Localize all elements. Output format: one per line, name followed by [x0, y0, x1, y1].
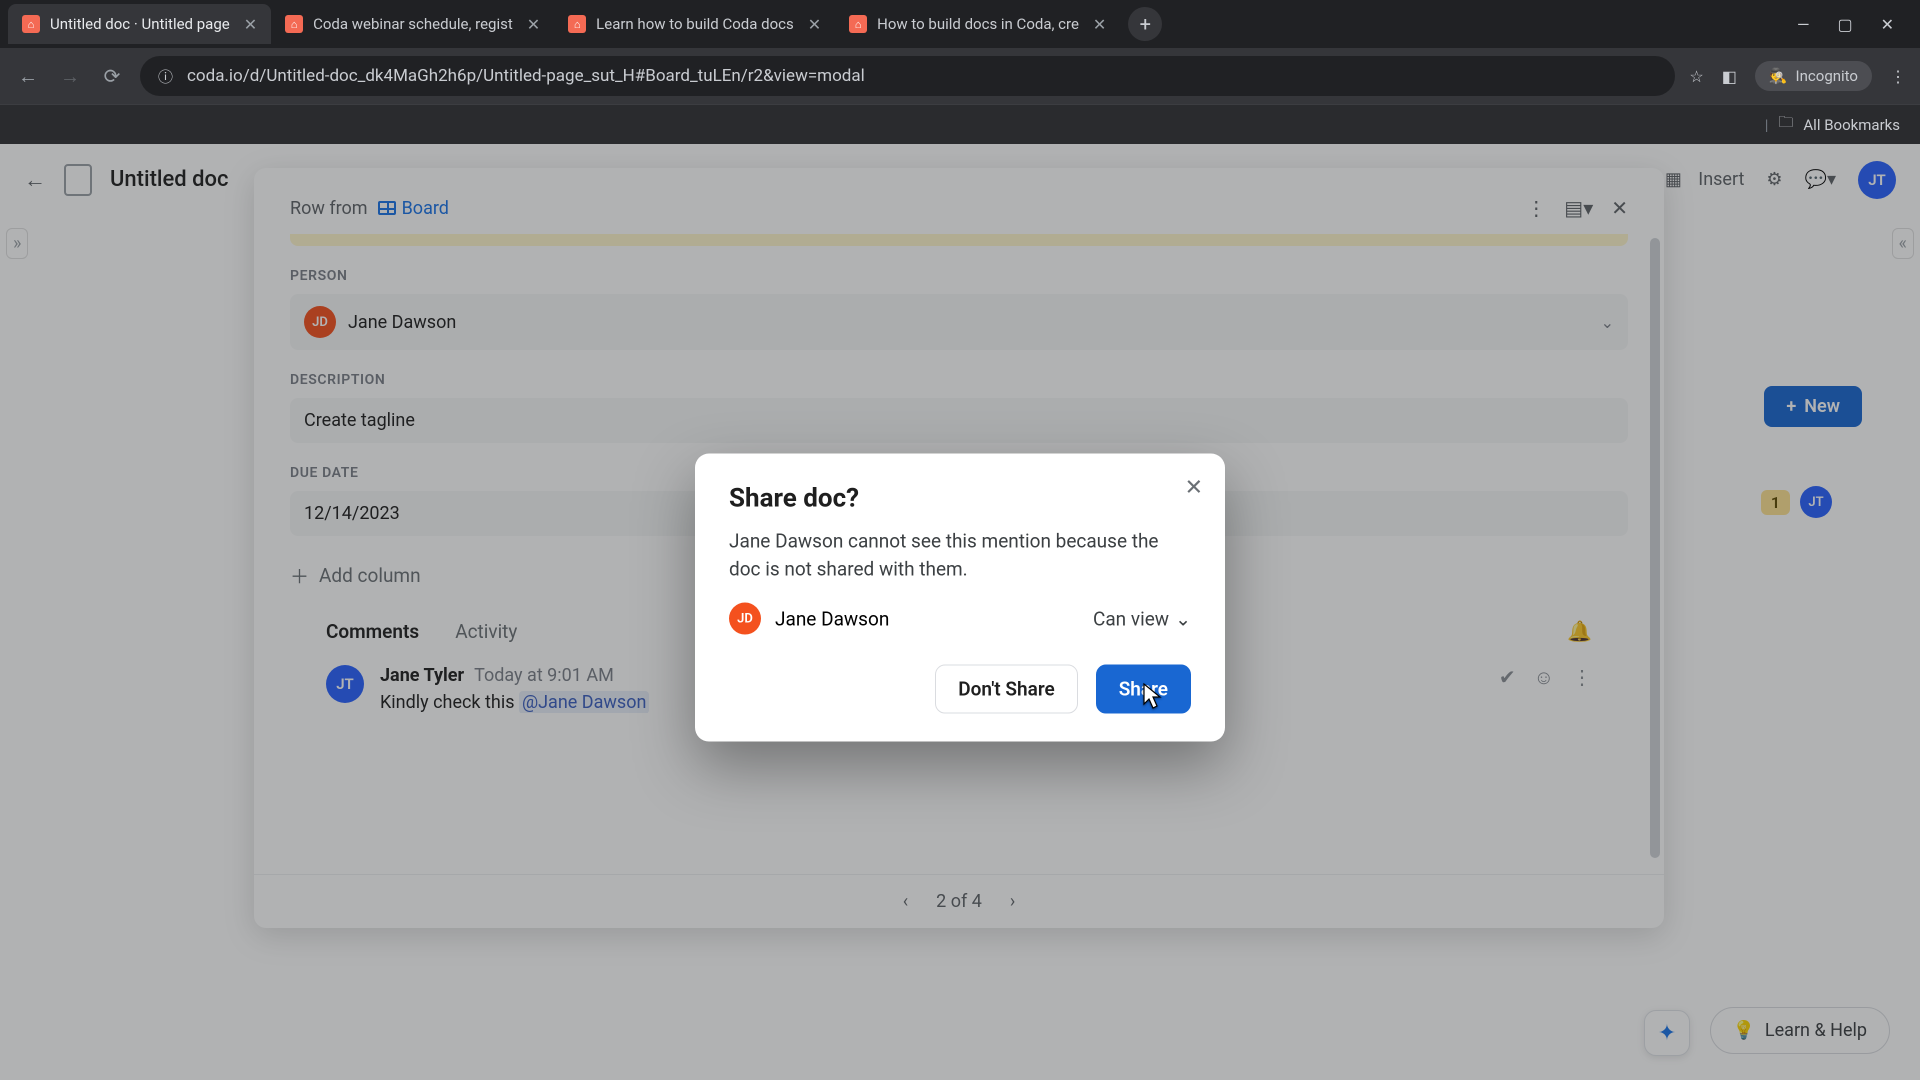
folder-icon: 🗀: [1778, 112, 1793, 137]
tab-title: Learn how to build Coda docs: [596, 15, 794, 33]
coda-favicon: ⌂: [22, 15, 40, 33]
window-close-icon[interactable]: ✕: [1881, 15, 1894, 34]
share-button[interactable]: Share: [1096, 665, 1191, 714]
tab-title: Coda webinar schedule, regist: [313, 15, 513, 33]
dialog-title: Share doc?: [729, 484, 1191, 514]
close-icon[interactable]: ✕: [527, 15, 540, 34]
minimize-icon[interactable]: —: [1797, 15, 1810, 34]
maximize-icon[interactable]: ▢: [1837, 15, 1852, 34]
close-icon[interactable]: ✕: [1093, 15, 1106, 34]
app-viewport: ← Untitled doc Share ▦ Insert ⚙ 💬▾ JT » …: [0, 144, 1920, 1080]
bookmarks-bar: | 🗀 All Bookmarks: [0, 104, 1920, 144]
tab-title: How to build docs in Coda, cre: [877, 15, 1079, 33]
back-icon[interactable]: ←: [14, 64, 42, 89]
new-tab-button[interactable]: +: [1128, 7, 1162, 41]
dialog-body: Jane Dawson cannot see this mention beca…: [729, 528, 1191, 583]
browser-tab[interactable]: ⌂ How to build docs in Coda, cre ✕: [835, 4, 1120, 44]
incognito-icon: 🕵️: [1769, 67, 1788, 85]
tab-strip: ⌂ Untitled doc · Untitled page ✕ ⌂ Coda …: [0, 0, 1920, 48]
kebab-menu-icon[interactable]: ⋮: [1890, 67, 1906, 86]
url-text: coda.io/d/Untitled-doc_dk4MaGh2h6p/Untit…: [187, 66, 865, 86]
permission-dropdown[interactable]: Can view ⌄: [1093, 607, 1191, 630]
coda-favicon: ⌂: [285, 15, 303, 33]
dont-share-button[interactable]: Don't Share: [935, 665, 1077, 714]
side-panel-icon[interactable]: ◧: [1722, 67, 1737, 86]
browser-tab[interactable]: ⌂ Untitled doc · Untitled page ✕: [8, 4, 271, 44]
dialog-close-icon[interactable]: ✕: [1185, 476, 1203, 501]
forward-icon[interactable]: →: [56, 64, 84, 89]
address-bar[interactable]: ⓘ coda.io/d/Untitled-doc_dk4MaGh2h6p/Unt…: [140, 56, 1675, 96]
incognito-label: Incognito: [1796, 67, 1858, 85]
close-icon[interactable]: ✕: [808, 15, 821, 34]
bookmark-star-icon[interactable]: ☆: [1689, 67, 1703, 86]
avatar: JD: [729, 603, 761, 635]
close-icon[interactable]: ✕: [244, 15, 257, 34]
all-bookmarks-link[interactable]: All Bookmarks: [1803, 116, 1900, 134]
coda-favicon: ⌂: [849, 15, 867, 33]
tab-title: Untitled doc · Untitled page: [50, 15, 230, 33]
browser-tab[interactable]: ⌂ Coda webinar schedule, regist ✕: [271, 4, 554, 44]
site-info-icon[interactable]: ⓘ: [158, 66, 173, 87]
incognito-badge[interactable]: 🕵️ Incognito: [1755, 61, 1872, 91]
dialog-user-name: Jane Dawson: [775, 607, 889, 630]
coda-favicon: ⌂: [568, 15, 586, 33]
chevron-down-icon: ⌄: [1175, 607, 1191, 630]
reload-icon[interactable]: ⟳: [98, 64, 126, 88]
share-doc-dialog: ✕ Share doc? Jane Dawson cannot see this…: [695, 454, 1225, 742]
toolbar: ← → ⟳ ⓘ coda.io/d/Untitled-doc_dk4MaGh2h…: [0, 48, 1920, 104]
browser-tab[interactable]: ⌂ Learn how to build Coda docs ✕: [554, 4, 835, 44]
browser-chrome: ⌂ Untitled doc · Untitled page ✕ ⌂ Coda …: [0, 0, 1920, 144]
